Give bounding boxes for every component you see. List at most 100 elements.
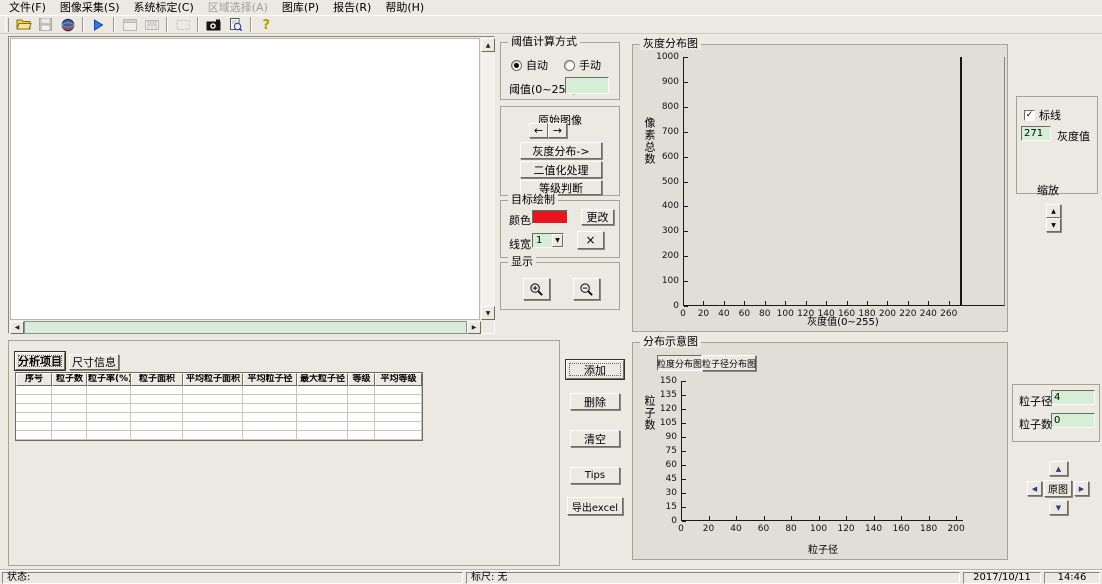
manual-radio-label: 手动 [579,57,601,73]
scrollbar-thumb[interactable] [24,321,467,334]
column-header[interactable]: 粒子率(%) [87,373,131,386]
line-width-select[interactable]: 1 ▼ [532,233,564,248]
gray-distribution-button[interactable]: 灰度分布-> [520,142,602,159]
x-axis-tick [949,301,950,305]
scroll-up-icon[interactable]: ▲ [481,38,495,52]
camera-icon[interactable] [203,16,224,33]
clear-button[interactable]: 清空 [570,430,620,447]
table-cell [87,431,131,440]
x-axis-tick [928,301,929,305]
color-label: 颜色 [509,212,531,228]
column-header[interactable]: 平均粒子面积 [183,373,243,386]
delete-button[interactable]: 删除 [570,393,620,410]
nav-left-button[interactable]: ◀ [1027,481,1042,496]
horizontal-scrollbar[interactable]: ◀ ▶ [10,321,481,334]
grain-distribution-tab[interactable]: 粒度分布图 [657,355,702,371]
y-axis-tick [684,231,688,232]
menu-item[interactable]: 文件(F) [2,0,53,15]
particle-count-input[interactable] [1051,413,1095,428]
target-draw-panel: 目标绘制 颜色 更改 线宽 1 ▼ × [500,200,620,258]
menu-item[interactable]: 报告(R) [326,0,378,15]
help-icon[interactable]: ? [256,16,277,33]
y-axis-tick [682,381,686,382]
zoom-out-button[interactable] [573,278,600,300]
column-header[interactable]: 最大粒子径 [297,373,348,386]
table-cell [87,413,131,422]
diameter-distribution-tab[interactable]: 粒子径分布图 [702,355,756,371]
clear-draw-button[interactable]: × [577,231,604,249]
x-axis-tick [887,301,888,305]
table-cell [243,395,297,404]
arrow-down-icon: ▼ [1051,222,1056,229]
play-icon[interactable] [88,16,109,33]
marker-line [960,57,962,306]
menu-bar: 文件(F)图像采集(S)系统标定(C)区域选择(A)图库(P)报告(R)帮助(H… [0,0,1102,15]
prev-image-button[interactable]: ← [529,123,548,138]
application-window: 文件(F)图像采集(S)系统标定(C)区域选择(A)图库(P)报告(R)帮助(H… [0,0,1102,584]
scroll-down-icon[interactable]: ▼ [481,306,495,320]
tab-size-info[interactable]: 尺寸信息 [69,354,119,370]
export-excel-button[interactable]: 导出excel [567,497,623,515]
scale-down-button[interactable]: ▼ [1046,218,1061,232]
x-axis-tick [785,301,786,305]
color-swatch[interactable] [532,210,568,224]
table-cell [375,422,422,431]
image-canvas[interactable] [10,38,480,320]
column-header[interactable]: 平均等级 [375,373,422,386]
scroll-left-icon[interactable]: ◀ [10,321,24,334]
marker-checkbox[interactable]: ✓ [1024,110,1035,121]
vertical-scrollbar[interactable]: ▲ ▼ [481,38,495,320]
menu-item[interactable]: 图像采集(S) [53,0,127,15]
column-header[interactable]: 粒子面积 [131,373,183,386]
print-preview-icon[interactable] [225,16,246,33]
menu-item[interactable]: 图库(P) [275,0,326,15]
nav-up-button[interactable]: ▲ [1049,461,1068,476]
chevron-down-icon[interactable]: ▼ [552,234,563,247]
arrow-right-icon: ▶ [1079,485,1084,493]
table-cell [297,404,348,413]
group-title: 目标绘制 [508,194,558,206]
table-cell [52,431,87,440]
menu-item[interactable]: 帮助(H) [378,0,431,15]
x-axis-tick [867,301,868,305]
nav-right-button[interactable]: ▶ [1074,481,1089,496]
y-axis-tick [682,507,686,508]
y-axis-tick [684,206,688,207]
open-folder-icon[interactable] [13,16,34,33]
change-color-button[interactable]: 更改 [581,209,614,225]
table-row[interactable] [16,404,422,413]
table-row[interactable] [16,386,422,395]
column-header[interactable]: 序号 [16,373,52,386]
line-width-label: 线宽 [509,236,531,252]
column-header[interactable]: 等级 [348,373,375,386]
column-header[interactable]: 粒子数 [52,373,87,386]
next-image-button[interactable]: → [548,123,567,138]
table-cell [348,422,375,431]
column-header[interactable]: 平均粒子径 [243,373,297,386]
table-row[interactable] [16,422,422,431]
capture-icon[interactable] [57,16,78,33]
zoom-in-button[interactable] [523,278,550,300]
add-button[interactable]: 添加 [566,360,624,379]
scale-up-button[interactable]: ▲ [1046,204,1061,218]
nav-down-button[interactable]: ▼ [1049,500,1068,515]
tab-analysis-items[interactable]: 分析项目 [15,352,65,370]
y-tick-label: 1000 [647,52,679,62]
table-row[interactable] [16,395,422,404]
gray-value-input[interactable] [1021,126,1051,141]
binarize-button[interactable]: 二值化处理 [520,161,602,178]
table-row[interactable] [16,413,422,422]
threshold-input[interactable] [565,77,609,94]
manual-radio[interactable] [564,60,575,71]
select-region-icon [172,16,193,33]
menu-item[interactable]: 系统标定(C) [127,0,201,15]
table-row[interactable] [16,431,422,440]
x-axis-label: 粒子径 [703,541,943,556]
origin-image-button[interactable]: 原图 [1044,480,1072,497]
scroll-right-icon[interactable]: ▶ [467,321,481,334]
particle-diameter-input[interactable] [1051,390,1095,405]
tips-button[interactable]: Tips [570,467,620,484]
y-tick-label: 500 [647,177,679,187]
auto-radio[interactable] [511,60,522,71]
table-cell [183,404,243,413]
